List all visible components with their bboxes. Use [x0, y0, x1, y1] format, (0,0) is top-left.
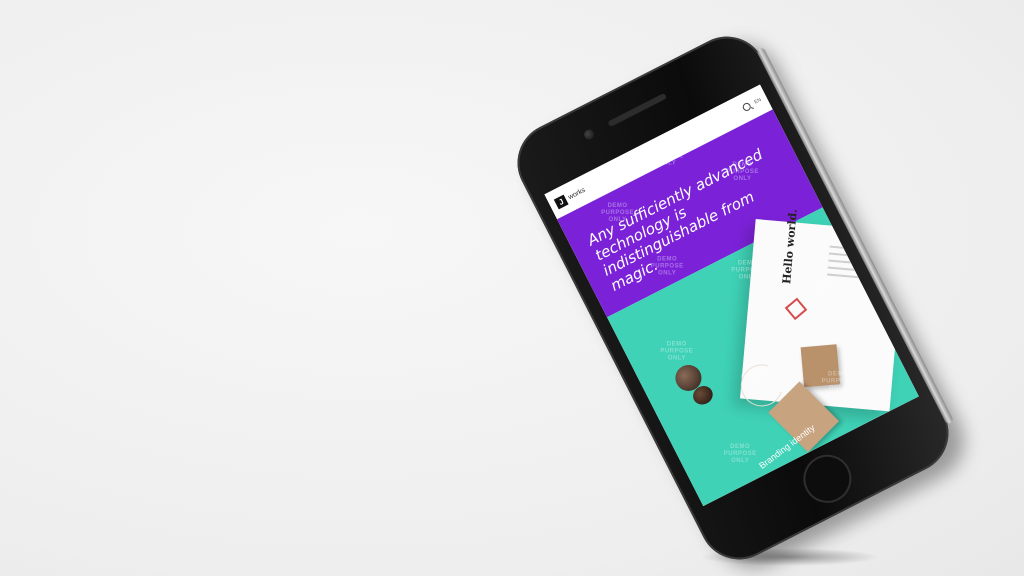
earpiece-speaker — [607, 92, 668, 128]
home-button[interactable] — [795, 446, 860, 512]
product-mockup-scene: J works EN Any sufficiently advanced tec… — [0, 0, 1024, 576]
logo-text: works — [566, 186, 587, 201]
phone-body: J works EN Any sufficiently advanced tec… — [503, 22, 963, 574]
language-switch[interactable]: EN — [753, 97, 762, 106]
phone-screen: J works EN Any sufficiently advanced tec… — [544, 84, 919, 507]
logo-mark: J — [553, 194, 569, 209]
header-tools: EN — [741, 96, 762, 113]
search-icon[interactable] — [741, 101, 753, 113]
smartphone: J works EN Any sufficiently advanced tec… — [503, 22, 963, 574]
front-camera-icon — [582, 127, 596, 142]
emblem-icon — [784, 297, 808, 321]
kraft-tag-small — [800, 344, 840, 388]
